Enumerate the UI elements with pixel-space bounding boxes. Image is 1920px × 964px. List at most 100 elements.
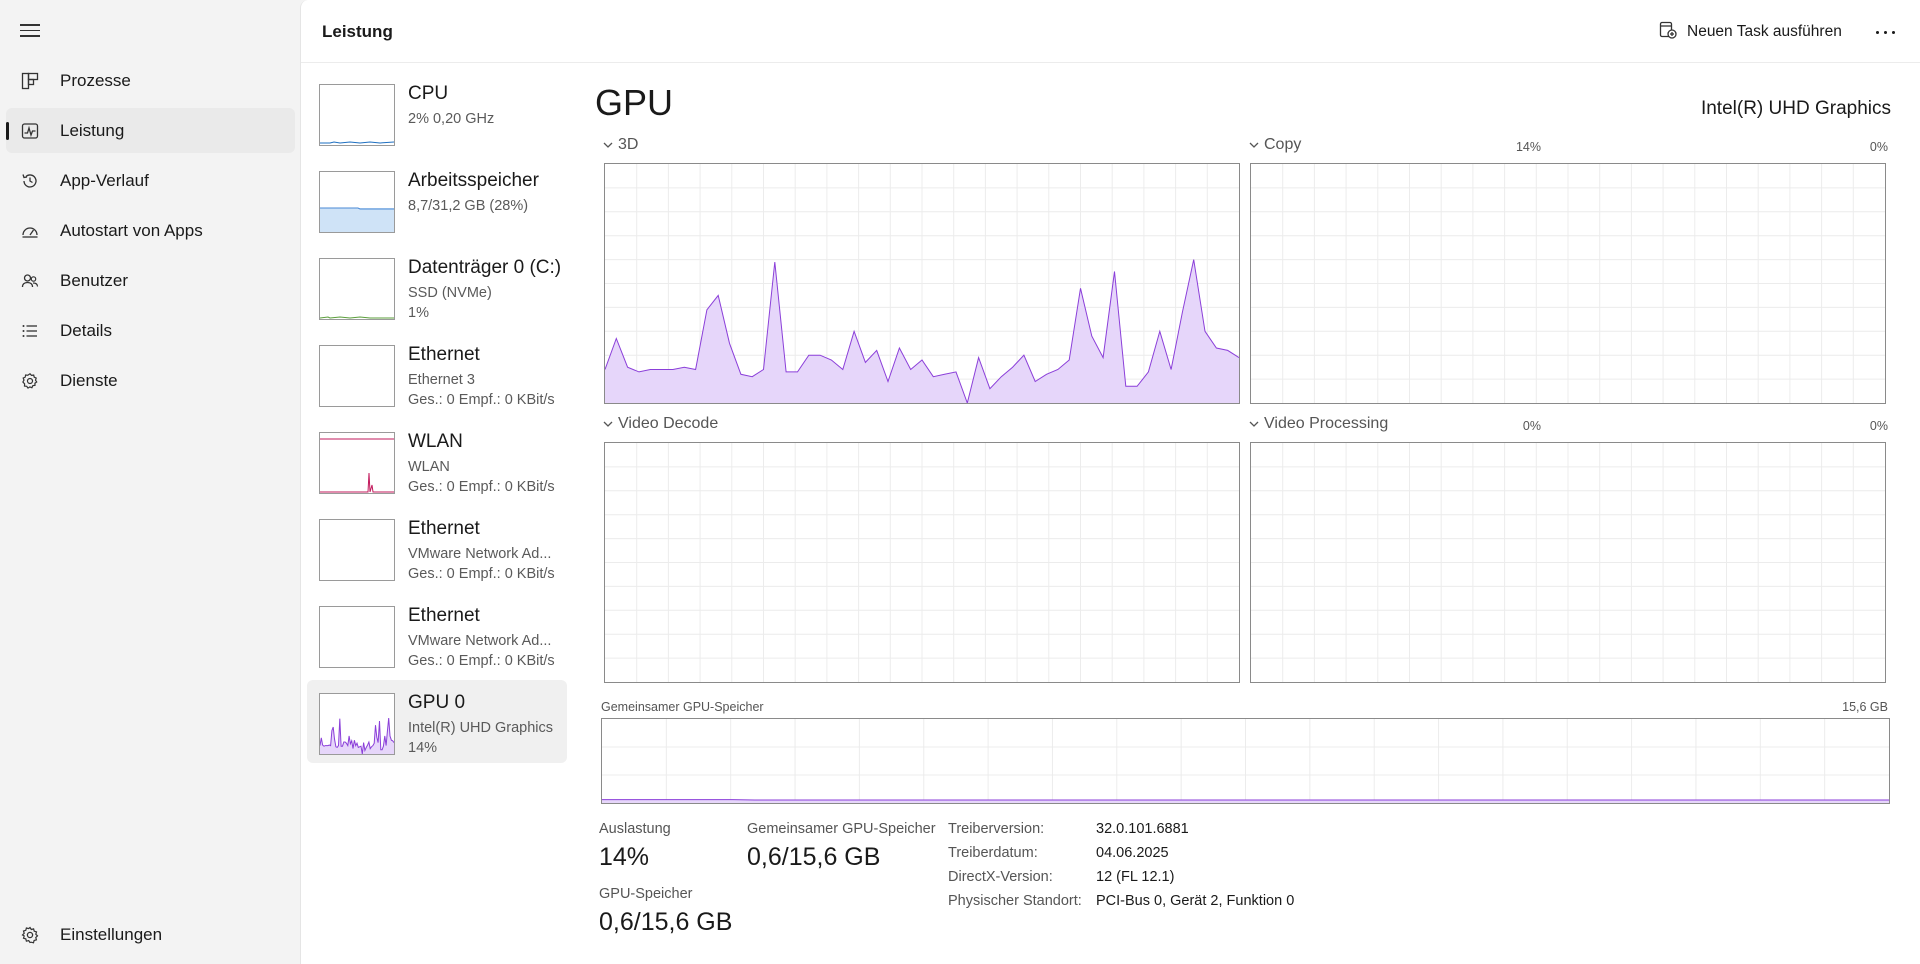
nav-item-app-history[interactable]: App-Verlauf — [6, 158, 295, 203]
device-subtitle: Intel(R) UHD Graphics — [408, 720, 554, 736]
engine-label: Video Processing — [1264, 415, 1389, 432]
physical-location-value: PCI-Bus 0, Gerät 2, Funktion 0 — [1096, 893, 1295, 909]
directx-version-key: DirectX-Version: — [948, 869, 1053, 885]
graph-copy — [1250, 163, 1886, 404]
engine-percent: 0% — [1522, 419, 1541, 433]
physical-location-key: Physischer Standort: — [948, 893, 1082, 909]
nav-item-performance[interactable]: Leistung — [6, 108, 295, 153]
chevron-down-icon — [1249, 142, 1259, 148]
services-icon — [20, 371, 40, 391]
processes-icon — [20, 71, 40, 91]
more-options-icon[interactable] — [1871, 18, 1899, 46]
engine-label: 3D — [618, 136, 639, 153]
memory-thumbnail-graph — [319, 171, 395, 233]
device-item-ethernet-vmware-2[interactable]: Ethernet VMware Network Ad... Ges.: 0 Em… — [307, 593, 567, 676]
nav-item-details[interactable]: Details — [6, 308, 295, 353]
device-item-gpu-0[interactable]: GPU 0 Intel(R) UHD Graphics 14% — [307, 680, 567, 763]
engine-selector-video-processing[interactable]: Video Processing — [1249, 415, 1388, 433]
graph-3d — [604, 163, 1240, 404]
device-subtitle: SSD (NVMe) — [408, 285, 492, 301]
details-list-icon — [20, 321, 40, 341]
nav-item-users[interactable]: Benutzer — [6, 258, 295, 303]
device-subtitle: WLAN — [408, 459, 450, 475]
chevron-down-icon — [603, 421, 613, 427]
main-panel: Leistung Neuen Task ausführen CPU 2% 0,2… — [300, 0, 1920, 964]
device-title: Datenträger 0 (C:) — [408, 257, 562, 278]
engine-selector-video-decode[interactable]: Video Decode — [603, 415, 718, 433]
nav-item-startup-apps[interactable]: Autostart von Apps — [6, 208, 295, 253]
shared-memory-label: Gemeinsamer GPU-Speicher — [747, 821, 936, 837]
nav-item-label: Leistung — [60, 120, 125, 140]
engine-label: Video Decode — [618, 415, 719, 432]
navigation-pane: Prozesse Leistung App-Verlauf Autostart … — [0, 0, 300, 964]
engine-selector-copy[interactable]: Copy — [1249, 136, 1301, 154]
gpu-thumbnail-graph — [319, 693, 395, 755]
driver-version-key: Treiberversion: — [948, 821, 1045, 837]
device-detail: Ges.: 0 Empf.: 0 KBit/s — [408, 392, 555, 408]
device-title: Ethernet — [408, 518, 480, 539]
cpu-thumbnail-graph — [319, 84, 395, 146]
nav-item-label: Dienste — [60, 370, 118, 390]
engine-percent: 0% — [1869, 140, 1888, 154]
nav-item-label: Prozesse — [60, 70, 131, 90]
chevron-down-icon — [1249, 421, 1259, 427]
driver-date-value: 04.06.2025 — [1096, 845, 1169, 861]
device-title: Ethernet — [408, 605, 480, 626]
engine-selector-3d[interactable]: 3D — [603, 136, 638, 154]
directx-version-value: 12 (FL 12.1) — [1096, 869, 1175, 885]
gpu-heading: GPU — [595, 82, 674, 123]
wlan-thumbnail-graph — [319, 432, 395, 494]
graph-video-decode — [604, 442, 1240, 683]
nav-item-processes[interactable]: Prozesse — [6, 58, 295, 103]
ethernet-thumbnail-graph — [319, 519, 395, 581]
run-new-task-button[interactable]: Neuen Task ausführen — [1659, 20, 1842, 44]
device-item-wlan[interactable]: WLAN WLAN Ges.: 0 Empf.: 0 KBit/s — [307, 419, 567, 502]
graph-video-processing — [1250, 442, 1886, 683]
graph-shared-memory — [601, 718, 1890, 804]
shared-memory-value: 0,6/15,6 GB — [747, 843, 881, 871]
run-task-label: Neuen Task ausführen — [1687, 23, 1842, 40]
driver-version-value: 32.0.101.6881 — [1096, 821, 1189, 837]
startup-icon — [20, 221, 40, 241]
device-item-memory[interactable]: Arbeitsspeicher 8,7/31,2 GB (28%) — [307, 158, 567, 241]
engine-label: Copy — [1264, 136, 1302, 153]
history-icon — [20, 171, 40, 191]
gear-icon — [20, 925, 40, 945]
usage-value: 14% — [599, 843, 650, 871]
users-icon — [20, 271, 40, 291]
gpu-memory-value: 0,6/15,6 GB — [599, 908, 733, 936]
device-subtitle: VMware Network Ad... — [408, 633, 552, 649]
gpu-model-name: Intel(R) UHD Graphics — [1700, 98, 1891, 119]
device-item-ethernet-3[interactable]: Ethernet Ethernet 3 Ges.: 0 Empf.: 0 KBi… — [307, 332, 567, 415]
device-subtitle: 8,7/31,2 GB (28%) — [408, 198, 529, 214]
ethernet-thumbnail-graph — [319, 606, 395, 668]
device-subtitle: Ethernet 3 — [408, 372, 475, 388]
disk-thumbnail-graph — [319, 258, 395, 320]
shared-memory-graph-max: 15,6 GB — [1842, 700, 1888, 714]
new-task-icon — [1659, 21, 1677, 44]
gpu-memory-label: GPU-Speicher — [599, 886, 693, 902]
menu-icon[interactable] — [20, 21, 40, 41]
nav-item-label: App-Verlauf — [60, 170, 149, 190]
nav-item-label: Benutzer — [60, 270, 129, 290]
device-title: CPU — [408, 83, 449, 104]
performance-icon — [20, 121, 40, 141]
device-subtitle: VMware Network Ad... — [408, 546, 552, 562]
device-title: Ethernet — [408, 344, 480, 365]
nav-item-settings[interactable]: Einstellungen — [6, 912, 295, 957]
engine-percent: 14% — [1515, 140, 1541, 154]
device-item-ethernet-vmware-1[interactable]: Ethernet VMware Network Ad... Ges.: 0 Em… — [307, 506, 567, 589]
device-detail: 14% — [408, 740, 438, 756]
nav-list: Prozesse Leistung App-Verlauf Autostart … — [6, 58, 295, 408]
device-detail: 1% — [408, 305, 429, 321]
usage-label: Auslastung — [599, 821, 671, 837]
device-item-disk[interactable]: Datenträger 0 (C:) SSD (NVMe) 1% — [307, 245, 567, 328]
nav-item-label: Details — [60, 320, 112, 340]
device-item-cpu[interactable]: CPU 2% 0,20 GHz — [307, 71, 567, 154]
nav-item-services[interactable]: Dienste — [6, 358, 295, 403]
ethernet-thumbnail-graph — [319, 345, 395, 407]
driver-date-key: Treiberdatum: — [948, 845, 1038, 861]
device-detail: Ges.: 0 Empf.: 0 KBit/s — [408, 653, 555, 669]
device-detail: Ges.: 0 Empf.: 0 KBit/s — [408, 566, 555, 582]
device-title: Arbeitsspeicher — [408, 170, 539, 191]
